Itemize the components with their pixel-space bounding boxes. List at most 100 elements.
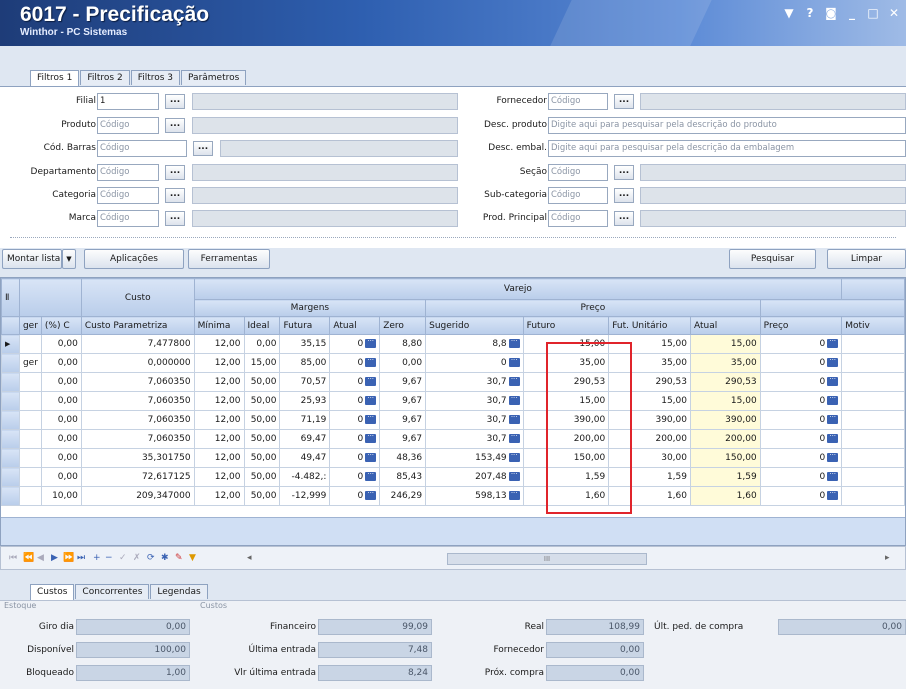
table-row[interactable]: 0,00 72,617125 12,00 50,00 -4.482,: 0 ··· 85,43… [1, 467, 905, 487]
desc-embal-input[interactable]: Digite aqui para pesquisar pela descriçã… [548, 140, 906, 157]
tab-legendas[interactable]: Legendas [150, 584, 208, 599]
ellipsis-button-icon[interactable]: ··· [827, 376, 839, 386]
cell-preco[interactable]: 0 ··· [759, 334, 843, 354]
ellipsis-button-icon[interactable]: ··· [365, 433, 377, 443]
departamento-search-button[interactable]: ... [165, 165, 185, 180]
col-header-pc[interactable]: (%) C [40, 316, 82, 335]
close-icon[interactable]: ✕ [888, 6, 900, 20]
montar-lista-dropdown-icon[interactable]: ▼ [62, 249, 76, 269]
table-row[interactable]: 0,00 7,060350 12,00 50,00 25,93 0 ··· 9,67 30,7 ·… [1, 391, 905, 411]
col-header-motivo[interactable]: Motiv [841, 316, 905, 335]
next-page-icon[interactable]: ⏩ [63, 553, 74, 563]
sub-categoria-search-button[interactable]: ... [614, 188, 634, 203]
tab-concorrentes[interactable]: Concorrentes [75, 584, 150, 599]
tab-filtros-3[interactable]: Filtros 3 [130, 70, 181, 85]
produto-input[interactable]: Código [97, 117, 159, 134]
ellipsis-button-icon[interactable]: ··· [508, 414, 520, 424]
cod-barras-search-button[interactable]: ... [193, 141, 213, 156]
scroll-left-icon[interactable]: ◂ [247, 553, 252, 563]
cell-margem-atual[interactable]: 0 ··· [329, 334, 381, 354]
ellipsis-button-icon[interactable]: ··· [827, 471, 839, 481]
prev-record-icon[interactable]: ◀ [37, 553, 44, 563]
prod-principal-search-button[interactable]: ... [614, 211, 634, 226]
marca-input[interactable]: Código [97, 210, 159, 227]
fornecedor-input[interactable]: Código [548, 93, 608, 110]
cell-preco-sugerido[interactable]: 0 ··· [425, 353, 524, 373]
ellipsis-button-icon[interactable]: ··· [365, 471, 377, 481]
ellipsis-button-icon[interactable]: ··· [508, 433, 520, 443]
cell-margem-atual[interactable]: 0 ··· [329, 410, 381, 430]
col-header-minima[interactable]: Mínima [193, 316, 245, 335]
cancel-edit-icon[interactable]: ✗ [133, 553, 141, 563]
fornecedor-search-button[interactable]: ... [614, 94, 634, 109]
table-row[interactable]: 10,00 209,347000 12,00 50,00 -12,999 0 ··· 246,… [1, 486, 905, 506]
cell-preco[interactable]: 0 ··· [759, 429, 843, 449]
cell-preco-sugerido[interactable]: 153,49 ··· [425, 448, 524, 468]
pesquisar-button[interactable]: Pesquisar [729, 249, 816, 269]
montar-lista-button[interactable]: Montar lista [2, 249, 62, 269]
departamento-input[interactable]: Código [97, 164, 159, 181]
cell-margem-atual[interactable]: 0 ··· [329, 448, 381, 468]
tab-filtros-1[interactable]: Filtros 1 [30, 70, 80, 86]
ellipsis-button-icon[interactable]: ··· [827, 395, 839, 405]
table-row[interactable]: 0,00 7,060350 12,00 50,00 70,57 0 ··· 9,67 30,7 ·… [1, 372, 905, 392]
ellipsis-button-icon[interactable]: ··· [508, 471, 520, 481]
cell-preco[interactable]: 0 ··· [759, 372, 843, 392]
cell-preco[interactable]: 0 ··· [759, 486, 843, 506]
ellipsis-button-icon[interactable]: ··· [365, 414, 377, 424]
col-header-preco-atual[interactable]: Atual [689, 316, 761, 335]
produto-search-button[interactable]: ... [165, 118, 185, 133]
cell-preco-sugerido[interactable]: 30,7 ··· [425, 410, 524, 430]
cell-preco[interactable]: 0 ··· [759, 410, 843, 430]
cell-preco-sugerido[interactable]: 30,7 ··· [425, 391, 524, 411]
cell-preco-sugerido[interactable]: 598,13 ··· [425, 486, 524, 506]
table-row[interactable]: ger 0,00 0,000000 12,00 15,00 85,00 0 ··· 0,00 0 ·… [1, 353, 905, 373]
aplicacoes-button[interactable]: Aplicações [84, 249, 184, 269]
ellipsis-button-icon[interactable]: ··· [508, 452, 520, 462]
col-header-futuro[interactable]: Futuro [522, 316, 610, 335]
ellipsis-button-icon[interactable]: ··· [827, 357, 839, 367]
col-header-futura[interactable]: Futura [279, 316, 331, 335]
ellipsis-button-icon[interactable]: ··· [827, 414, 839, 424]
col-header-margem-atual[interactable]: Atual [329, 316, 381, 335]
desc-produto-input[interactable]: Digite aqui para pesquisar pela descriçã… [548, 117, 906, 134]
cell-margem-atual[interactable]: 0 ··· [329, 353, 381, 373]
table-row[interactable]: 0,00 7,060350 12,00 50,00 71,19 0 ··· 9,67 30,7 ·… [1, 410, 905, 430]
table-row[interactable]: ▶ 0,00 7,477800 12,00 0,00 35,15 0 ··· 8,80 8,8 ··… [1, 334, 905, 354]
secao-search-button[interactable]: ... [614, 165, 634, 180]
cell-preco[interactable]: 0 ··· [759, 467, 843, 487]
prod-principal-input[interactable]: Código [548, 210, 608, 227]
restore-icon[interactable]: ◙ [825, 6, 837, 20]
categoria-input[interactable]: Código [97, 187, 159, 204]
menu-dropdown-icon[interactable]: ▼ [783, 6, 795, 20]
refresh-icon[interactable]: ⟳ [147, 553, 155, 563]
cell-margem-atual[interactable]: 0 ··· [329, 429, 381, 449]
ellipsis-button-icon[interactable]: ··· [508, 357, 520, 367]
next-record-icon[interactable]: ▶ [51, 553, 58, 563]
sub-categoria-input[interactable]: Código [548, 187, 608, 204]
delete-record-icon[interactable]: − [105, 553, 113, 563]
filial-search-button[interactable]: ... [165, 94, 185, 109]
ellipsis-button-icon[interactable]: ··· [365, 395, 377, 405]
first-record-icon[interactable]: ⏮ [9, 553, 17, 563]
insert-record-icon[interactable]: + [93, 553, 101, 563]
ellipsis-button-icon[interactable]: ··· [508, 490, 520, 500]
cell-preco-sugerido[interactable]: 30,7 ··· [425, 372, 524, 392]
ellipsis-button-icon[interactable]: ··· [365, 357, 377, 367]
cell-margem-atual[interactable]: 0 ··· [329, 467, 381, 487]
tab-custos[interactable]: Custos [30, 584, 75, 600]
cell-preco-sugerido[interactable]: 30,7 ··· [425, 429, 524, 449]
col-header-custo-parametrizado[interactable]: Custo Parametriza [80, 316, 195, 335]
filter-icon[interactable]: ▼ [189, 553, 196, 563]
minimize-icon[interactable]: _ [846, 6, 858, 20]
categoria-search-button[interactable]: ... [165, 188, 185, 203]
ellipsis-button-icon[interactable]: ··· [365, 376, 377, 386]
prev-page-icon[interactable]: ⏪ [23, 553, 34, 563]
col-header-preco[interactable]: Preço [759, 316, 843, 335]
ellipsis-button-icon[interactable]: ··· [365, 452, 377, 462]
scroll-right-icon[interactable]: ▸ [885, 553, 890, 563]
col-header-ideal[interactable]: Ideal [243, 316, 281, 335]
cell-preco[interactable]: 0 ··· [759, 353, 843, 373]
goto-bookmark-icon[interactable]: ✎ [175, 553, 183, 563]
marca-search-button[interactable]: ... [165, 211, 185, 226]
